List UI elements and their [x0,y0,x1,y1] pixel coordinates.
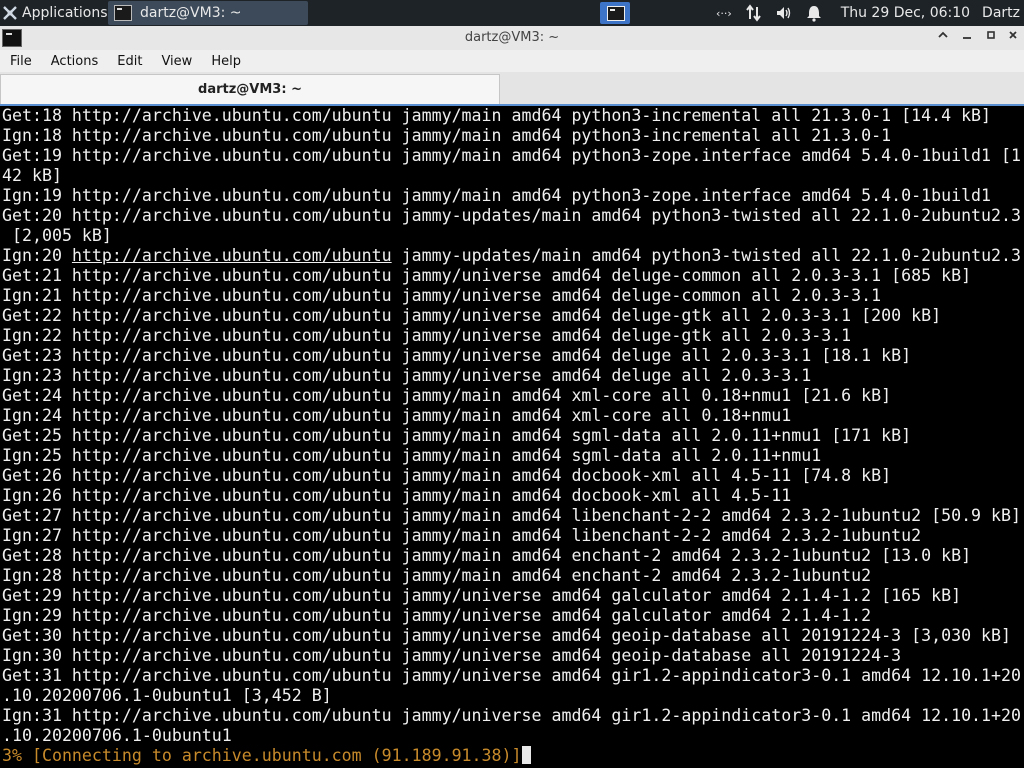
terminal-line: Get:30 http://archive.ubuntu.com/ubuntu … [2,626,1012,645]
terminal-line: Get:27 http://archive.ubuntu.com/ubuntu … [2,506,1022,525]
terminal-line: [2,005 kB] [2,226,112,245]
maximize-button[interactable] [982,29,1000,47]
chevron-up-icon [938,31,948,38]
top-panel: Applications dartz@VM3: ~ ‹··› Thu 29 De… [0,0,1024,26]
menu-file[interactable]: File [0,54,41,69]
terminal-line: Ign:29 http://archive.ubuntu.com/ubuntu … [2,606,872,625]
text-cursor [521,746,531,764]
terminal-line: Get:18 http://archive.ubuntu.com/ubuntu … [2,106,992,125]
terminal-line: Get:28 http://archive.ubuntu.com/ubuntu … [2,546,972,565]
terminal-text: Get:18 http://archive.ubuntu.com/ubuntu … [0,106,1024,766]
maximize-icon [987,31,995,39]
terminal-line: 42 kB] [2,166,62,185]
terminal-line: Ign:24 http://archive.ubuntu.com/ubuntu … [2,406,792,425]
terminal-line: .10.20200706.1-0ubuntu1 [3,452 B] [2,686,332,705]
menubar: File Actions Edit View Help [0,50,1024,72]
terminal-line: Ign:25 http://archive.ubuntu.com/ubuntu … [2,446,822,465]
terminal-line: Get:24 http://archive.ubuntu.com/ubuntu … [2,386,892,405]
hovered-url[interactable]: http://archive.ubuntu.com/ubuntu [72,246,392,265]
terminal-output[interactable]: Get:18 http://archive.ubuntu.com/ubuntu … [0,106,1024,768]
terminal-line: Get:20 http://archive.ubuntu.com/ubuntu … [2,206,1022,225]
terminal-line: Ign:22 http://archive.ubuntu.com/ubuntu … [2,326,852,345]
user-menu[interactable]: Dartz [982,5,1020,21]
menu-edit[interactable]: Edit [107,54,151,69]
transfer-arrows-icon[interactable] [745,4,763,22]
speaker-icon[interactable] [775,4,793,22]
terminal-line: Get:25 http://archive.ubuntu.com/ubuntu … [2,426,912,445]
close-icon [1009,31,1017,39]
progress-line: 3% [Connecting to archive.ubuntu.com (91… [2,746,1024,766]
taskbar-item-label: dartz@VM3: ~ [140,5,242,21]
terminal-line: Get:29 http://archive.ubuntu.com/ubuntu … [2,586,962,605]
menu-actions[interactable]: Actions [41,54,108,69]
system-tray: ‹··› Thu 29 Dec, 06:10 Dartz [715,0,1024,26]
clock[interactable]: Thu 29 Dec, 06:10 [841,5,970,21]
terminal-line: Ign:19 http://archive.ubuntu.com/ubuntu … [2,186,992,205]
applications-label: Applications [22,5,108,21]
network-arrows-icon[interactable]: ‹··› [715,4,733,22]
window-titlebar[interactable]: dartz@VM3: ~ [0,26,1024,51]
terminal-line: Get:23 http://archive.ubuntu.com/ubuntu … [2,346,912,365]
applications-menu[interactable]: Applications [0,0,108,26]
workspace-switcher[interactable] [600,2,630,24]
tab-terminal[interactable]: dartz@VM3: ~ [0,74,500,105]
taskbar-item-terminal[interactable]: dartz@VM3: ~ [108,1,308,25]
shade-button[interactable] [934,29,952,47]
menu-help[interactable]: Help [201,54,250,69]
terminal-line: Get:26 http://archive.ubuntu.com/ubuntu … [2,466,892,485]
terminal-line: Ign:28 http://archive.ubuntu.com/ubuntu … [2,566,872,585]
menu-view[interactable]: View [151,54,201,69]
terminal-line: Ign:18 http://archive.ubuntu.com/ubuntu … [2,126,892,145]
terminal-line: Ign:30 http://archive.ubuntu.com/ubuntu … [2,646,902,665]
terminal-line: Ign:20 http://archive.ubuntu.com/ubuntu … [2,246,1022,265]
terminal-line: Ign:26 http://archive.ubuntu.com/ubuntu … [2,486,792,505]
terminal-line: Get:22 http://archive.ubuntu.com/ubuntu … [2,306,942,325]
minimize-icon [963,37,971,39]
terminal-line: Ign:23 http://archive.ubuntu.com/ubuntu … [2,366,812,385]
progress-text: 3% [Connecting to archive.ubuntu.com (91… [2,746,522,765]
terminal-line: Ign:27 http://archive.ubuntu.com/ubuntu … [2,526,922,545]
terminal-line: Ign:21 http://archive.ubuntu.com/ubuntu … [2,286,882,305]
xfce-mouse-icon [3,6,17,20]
terminal-line: Get:19 http://archive.ubuntu.com/ubuntu … [2,146,1022,165]
window-title: dartz@VM3: ~ [464,30,560,45]
terminal-line: .10.20200706.1-0ubuntu1 [2,726,232,745]
terminal-line: Get:21 http://archive.ubuntu.com/ubuntu … [2,266,972,285]
bell-icon[interactable] [805,4,823,22]
minimize-button[interactable] [958,29,976,47]
terminal-icon [114,5,132,21]
terminal-line: Get:31 http://archive.ubuntu.com/ubuntu … [2,666,1022,685]
terminal-line: Ign:31 http://archive.ubuntu.com/ubuntu … [2,706,1022,725]
svg-text:‹··›: ‹··› [716,7,732,20]
close-button[interactable] [1004,29,1022,47]
terminal-icon [607,6,625,21]
tab-bar: dartz@VM3: ~ [0,72,1024,105]
